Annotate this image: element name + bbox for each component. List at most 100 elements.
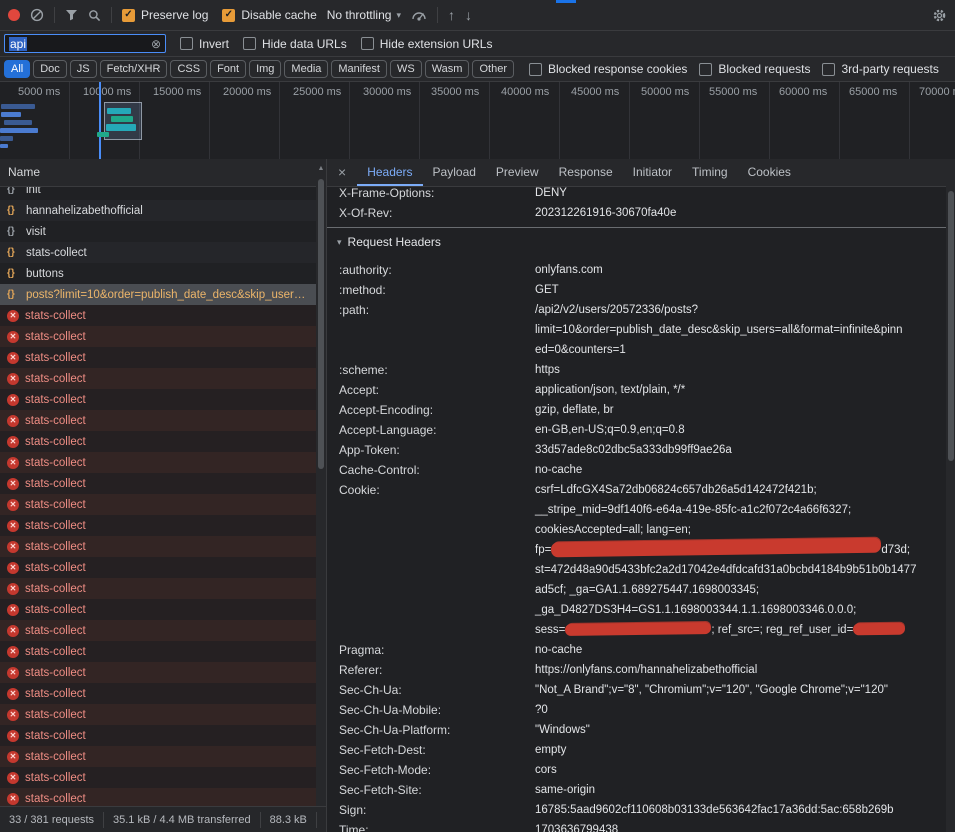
type-filter-img[interactable]: Img <box>249 60 281 78</box>
request-row[interactable]: ✕stats-collect <box>0 641 316 662</box>
tab-response[interactable]: Response <box>549 159 623 186</box>
request-row[interactable]: ✕stats-collect <box>0 452 316 473</box>
header-name: Referer: <box>327 660 535 680</box>
status-bar: 33 / 381 requests35.1 kB / 4.4 MB transf… <box>0 806 326 832</box>
request-row[interactable]: {}visit <box>0 221 316 242</box>
tab-cookies[interactable]: Cookies <box>738 159 801 186</box>
checkbox-3rd-party-requests[interactable]: 3rd-party requests <box>822 62 938 76</box>
request-row[interactable]: ✕stats-collect <box>0 515 316 536</box>
search-icon[interactable] <box>88 9 101 22</box>
checkbox-box-icon: ✓ <box>122 9 135 22</box>
type-filter-css[interactable]: CSS <box>170 60 207 78</box>
request-row[interactable]: ✕stats-collect <box>0 305 316 326</box>
request-row[interactable]: ✕stats-collect <box>0 788 316 806</box>
scroll-up-icon[interactable]: ▲ <box>316 165 326 172</box>
type-filter-js[interactable]: JS <box>70 60 97 78</box>
left-scrollbar-thumb[interactable] <box>318 179 324 469</box>
throttling-dropdown[interactable]: No throttling ▾ <box>327 8 401 22</box>
response-headers-partial: X-Frame-Options:DENYX-Of-Rev:20231226191… <box>327 187 946 223</box>
request-name: stats-collect <box>25 730 86 742</box>
tab-payload[interactable]: Payload <box>423 159 486 186</box>
request-row[interactable]: ✕stats-collect <box>0 683 316 704</box>
type-filter-all[interactable]: All <box>4 60 30 78</box>
request-name: stats-collect <box>25 478 86 490</box>
header-name: :path: <box>327 300 535 360</box>
request-row[interactable]: ✕stats-collect <box>0 347 316 368</box>
request-row[interactable]: ✕stats-collect <box>0 368 316 389</box>
filter-input[interactable]: api ⊗ <box>4 34 166 53</box>
toolbar-divider <box>111 7 112 23</box>
checkbox-invert[interactable]: Invert <box>180 37 229 51</box>
settings-gear-icon[interactable] <box>932 8 947 23</box>
header-value: gzip, deflate, br <box>535 400 946 420</box>
checkbox-hide-extension-urls[interactable]: Hide extension URLs <box>361 37 493 51</box>
close-details-icon[interactable]: × <box>327 159 357 186</box>
timeline-overview[interactable]: 5000 ms10000 ms15000 ms20000 ms25000 ms3… <box>0 82 955 160</box>
header-value: en-GB,en-US;q=0.9,en;q=0.8 <box>535 420 946 440</box>
request-row[interactable]: ✕stats-collect <box>0 473 316 494</box>
braces-icon: {} <box>7 247 20 258</box>
request-row[interactable]: ✕stats-collect <box>0 578 316 599</box>
left-scrollbar[interactable]: ▲ <box>316 159 326 806</box>
clear-button[interactable] <box>30 8 44 22</box>
clear-filter-icon[interactable]: ⊗ <box>151 38 161 50</box>
error-icon: ✕ <box>7 751 19 763</box>
timeline-label: 15000 ms <box>153 86 201 98</box>
header-row: Cookie:csrf=LdfcGX4Sa72db06824c657db26a5… <box>327 480 946 640</box>
request-row[interactable]: ✕stats-collect <box>0 494 316 515</box>
tab-headers[interactable]: Headers <box>357 159 422 186</box>
request-row[interactable]: ✕stats-collect <box>0 599 316 620</box>
checkbox-hide-data-urls[interactable]: Hide data URLs <box>243 37 347 51</box>
request-row[interactable]: {}buttons <box>0 263 316 284</box>
request-row[interactable]: ✕stats-collect <box>0 746 316 767</box>
type-filter-fetch-xhr[interactable]: Fetch/XHR <box>100 60 168 78</box>
request-row[interactable]: ✕stats-collect <box>0 431 316 452</box>
checkbox-label: 3rd-party requests <box>841 62 938 76</box>
request-row[interactable]: ✕stats-collect <box>0 725 316 746</box>
type-filter-other[interactable]: Other <box>472 60 514 78</box>
header-name: X-Frame-Options: <box>327 187 535 203</box>
tab-timing[interactable]: Timing <box>682 159 738 186</box>
header-name: X-Of-Rev: <box>327 203 535 223</box>
requests-panel: Name {}init{}hannahelizabethofficial{}vi… <box>0 159 327 832</box>
checkbox-disable-cache[interactable]: ✓Disable cache <box>222 8 316 22</box>
header-name: Cache-Control: <box>327 460 535 480</box>
right-scrollbar-thumb[interactable] <box>948 191 954 461</box>
tab-initiator[interactable]: Initiator <box>623 159 682 186</box>
tab-preview[interactable]: Preview <box>486 159 549 186</box>
type-filter-font[interactable]: Font <box>210 60 246 78</box>
request-headers-section[interactable]: ▾ Request Headers <box>327 228 946 256</box>
name-column-header[interactable]: Name <box>0 159 316 187</box>
request-row[interactable]: ✕stats-collect <box>0 326 316 347</box>
error-icon: ✕ <box>7 499 19 511</box>
import-har-icon[interactable]: ↑ <box>448 8 455 22</box>
record-button[interactable] <box>8 9 20 21</box>
right-scrollbar[interactable] <box>946 159 955 832</box>
request-row-selected[interactable]: {}posts?limit=10&order=publish_date_desc… <box>0 284 316 305</box>
request-row[interactable]: {}init <box>0 187 316 200</box>
checkbox-blocked-requests[interactable]: Blocked requests <box>699 62 810 76</box>
request-row[interactable]: ✕stats-collect <box>0 389 316 410</box>
header-value: 33d57ade8c02dbc5a333db99ff9ae26a <box>535 440 946 460</box>
request-row[interactable]: ✕stats-collect <box>0 536 316 557</box>
request-row[interactable]: ✕stats-collect <box>0 620 316 641</box>
error-icon: ✕ <box>7 583 19 595</box>
type-filter-doc[interactable]: Doc <box>33 60 67 78</box>
export-har-icon[interactable]: ↓ <box>465 8 472 22</box>
request-row[interactable]: {}hannahelizabethofficial <box>0 200 316 221</box>
request-row[interactable]: ✕stats-collect <box>0 704 316 725</box>
request-row[interactable]: {}stats-collect <box>0 242 316 263</box>
checkbox-blocked-response-cookies[interactable]: Blocked response cookies <box>529 62 687 76</box>
network-conditions-icon[interactable] <box>411 9 427 21</box>
request-row[interactable]: ✕stats-collect <box>0 767 316 788</box>
request-row[interactable]: ✕stats-collect <box>0 557 316 578</box>
request-row[interactable]: ✕stats-collect <box>0 410 316 431</box>
filter-icon[interactable] <box>65 9 78 21</box>
checkbox-box-icon <box>822 63 835 76</box>
type-filter-wasm[interactable]: Wasm <box>425 60 470 78</box>
type-filter-ws[interactable]: WS <box>390 60 422 78</box>
request-row[interactable]: ✕stats-collect <box>0 662 316 683</box>
type-filter-media[interactable]: Media <box>284 60 328 78</box>
type-filter-manifest[interactable]: Manifest <box>331 60 387 78</box>
checkbox-preserve-log[interactable]: ✓Preserve log <box>122 8 208 22</box>
